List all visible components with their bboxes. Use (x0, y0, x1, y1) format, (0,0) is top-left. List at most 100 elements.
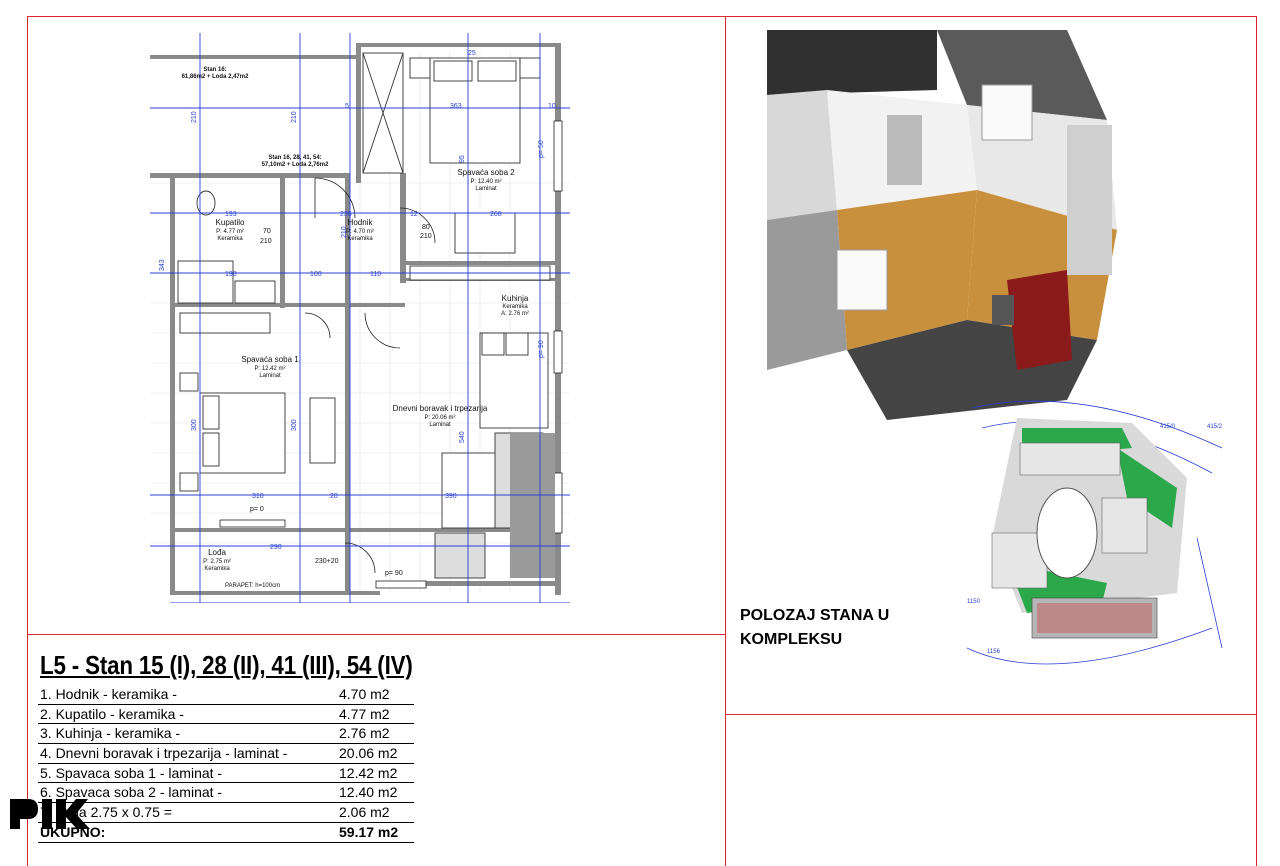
site-label-4152: 415/2 (1207, 424, 1223, 430)
plan-room-spavaca1-area: P: 12.42 m² (254, 366, 285, 372)
frame-left-vertical (27, 16, 28, 866)
room-label: 4. Dnevni boravak i trpezarija - laminat… (40, 745, 288, 762)
room-area: 2.76 m2 (339, 725, 390, 742)
plan-room-kuhinja-floor: Keramika (502, 304, 528, 310)
plan-room-kuhinja: Kuhinja (502, 294, 529, 303)
plan-stan15-area: 57,10m2 + Loda 2,76m2 (262, 162, 330, 168)
dim-343: 343 (159, 259, 166, 271)
plan-room-kupatilo-floor: Keramika (217, 236, 243, 242)
site-label-1150: 1150 (967, 599, 981, 605)
dim-110: 110 (370, 271, 381, 278)
dim-p50: p= 50 (538, 140, 545, 158)
room-area: 4.70 m2 (339, 686, 390, 702)
floor-plan-drawing: 268 363 193 198 236 100 110 310 390 290 … (150, 33, 570, 603)
dim-25: 25 (468, 50, 476, 57)
dim-80b: 80 (422, 224, 430, 231)
room-label: 2. Kupatilo - keramika - (40, 705, 184, 722)
dim-p90a: p= 90 (538, 340, 545, 358)
plan-room-hodnik-area: P: 4.70 m² (346, 229, 374, 235)
dim-236: 236 (340, 211, 352, 218)
dim-540: 540 (459, 431, 466, 443)
room-row: 3. Kuhinja - keramika - 2.76 m2 (38, 724, 414, 745)
room-area: 12.40 m2 (339, 784, 398, 801)
plan-room-spavaca1: Spavaća soba 1 (241, 355, 299, 364)
complex-site-plan: 415/0 415/2 1150 1156 (962, 388, 1232, 684)
room-row: 7. Loda 2.75 x 0.75 = 2.06 m2 (38, 803, 414, 823)
dim-290: 290 (270, 544, 282, 551)
site-label-4150: 415/0 (1160, 424, 1176, 430)
dim-390: 390 (445, 493, 457, 500)
plan-room-hodnik-floor: Keramika (347, 236, 373, 242)
dim-12: 12 (410, 211, 418, 218)
room-area-list: 1. Hodnik - keramika - 4.70 m2 2. Kupati… (38, 685, 414, 843)
plan-stan16-area: 61,86m2 + Loda 2,47m2 (182, 74, 250, 80)
plan-room-kuhinja-area: A: 2.76 m² (501, 311, 529, 317)
dim-p90: p= 90 (385, 570, 403, 577)
frame-top-line (27, 16, 1257, 17)
plan-stan15-name: Stan 16, 28, 41, 54: (268, 155, 321, 161)
dim-310: 310 (252, 493, 264, 500)
room-row: 4. Dnevni boravak i trpezarija - laminat… (38, 744, 414, 764)
dim-300b: 300 (291, 419, 298, 431)
dim-10: 10 (548, 103, 556, 110)
plan-room-dnevni-floor: Laminat (429, 422, 451, 428)
total-area: 59.17 m2 (339, 823, 399, 840)
site-caption-line2: KOMPLEKSU (740, 631, 843, 648)
plan-room-spavaca1-floor: Laminat (259, 373, 281, 379)
total-row: UKUPNO: 59.17 m2 (38, 823, 414, 843)
apartment-3d-drawing (767, 30, 1117, 425)
room-label: 3. Kuhinja - keramika - (40, 725, 181, 742)
plan-room-spavaca2-area: P: 12.40 m² (470, 179, 501, 185)
plan-stan16-name: Stan 16: (203, 67, 226, 73)
site-label-1156: 1156 (987, 649, 1001, 655)
dim-210b: 210 (291, 111, 298, 123)
plan-room-loda: Lođa (208, 548, 226, 557)
dim-5: 5 (345, 103, 349, 110)
room-row: 1. Hodnik - keramika - 4.70 m2 (38, 685, 414, 705)
dim-198: 198 (225, 271, 237, 278)
plan-room-dnevni: Dnevni boravak i trpezarija (393, 404, 488, 413)
dim-193: 193 (225, 211, 237, 218)
plan-room-spavaca2: Spavaća soba 2 (457, 168, 515, 177)
plan-room-spavaca2-floor: Laminat (475, 186, 497, 192)
plan-room-dnevni-area: P: 20.06 m² (424, 415, 455, 421)
dim-95: 95 (459, 155, 466, 163)
frame-right-vertical (1256, 16, 1257, 866)
dim-210: 210 (191, 111, 198, 123)
room-label: 5. Spavaca soba 1 - laminat - (40, 764, 223, 781)
dim-210d: 210 (260, 238, 272, 245)
pik-logo-icon (10, 799, 90, 829)
dim-p0: p= 0 (250, 506, 264, 513)
dim-parapet: PARAPET: h=100cm (225, 583, 280, 589)
dim-20: 20 (330, 493, 338, 500)
room-label: 1. Hodnik - keramika - (40, 686, 177, 702)
dim-300: 300 (191, 419, 198, 431)
room-area: 12.42 m2 (339, 764, 398, 781)
dim-363: 363 (450, 103, 462, 110)
room-area: 4.77 m2 (339, 705, 390, 722)
plan-room-hodnik: Hodnik (348, 218, 374, 227)
plan-room-loda-floor: Keramika (204, 566, 230, 572)
site-caption-line1: POLOZAJ STANA U (740, 607, 890, 624)
site-plan-drawing: 415/0 415/2 1150 1156 (966, 400, 1223, 665)
dim-100: 100 (310, 271, 322, 278)
plan-room-kupatilo: Kupatilo (216, 218, 245, 227)
room-area: 2.06 m2 (339, 804, 390, 821)
dim-230: 230+20 (315, 558, 339, 565)
room-area: 20.06 m2 (339, 745, 398, 762)
apartment-title: L5 - Stan 15 (I), 28 (II), 41 (III), 54 … (40, 650, 413, 680)
frame-divider-left (27, 634, 725, 635)
site-caption: POLOZAJ STANA U KOMPLEKSU (740, 604, 940, 652)
room-row: 2. Kupatilo - keramika - 4.77 m2 (38, 705, 414, 725)
dim-268: 268 (490, 211, 502, 218)
dim-70: 70 (263, 228, 271, 235)
plan-room-kupatilo-area: P: 4.77 m² (216, 229, 244, 235)
apartment-3d-render (767, 30, 1117, 425)
room-row: 5. Spavaca soba 1 - laminat - 12.42 m2 (38, 764, 414, 784)
plan-room-loda-area: P: 2.75 m² (203, 559, 231, 565)
room-row: 6. Spavaca soba 2 - laminat - 12.40 m2 (38, 783, 414, 804)
frame-middle-vertical (725, 16, 726, 866)
floor-plan: 268 363 193 198 236 100 110 310 390 290 … (150, 33, 570, 603)
frame-divider-right (725, 714, 1256, 715)
dim-210e: 210 (420, 233, 432, 240)
